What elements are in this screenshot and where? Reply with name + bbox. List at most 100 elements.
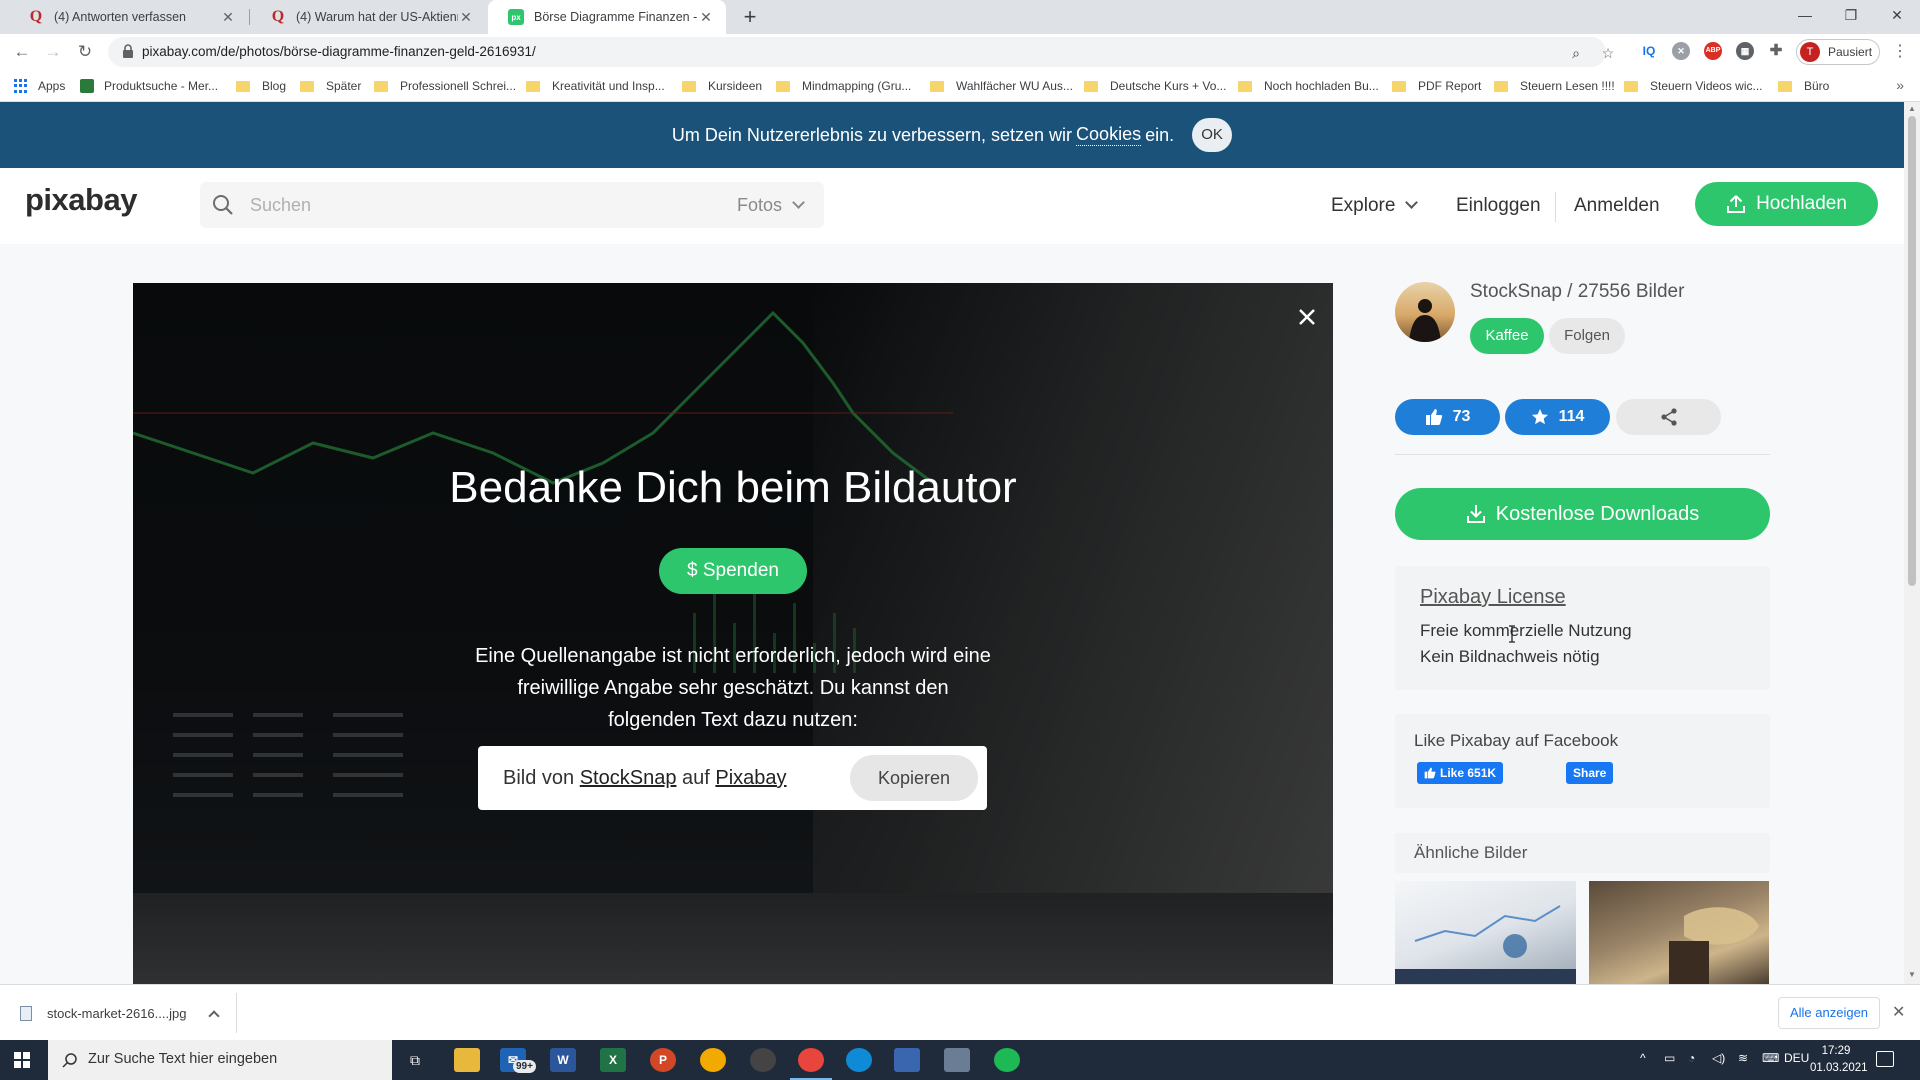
close-download-shelf-icon[interactable]: ✕: [1892, 1002, 1905, 1022]
powerpoint-icon[interactable]: P: [650, 1048, 676, 1072]
close-tab-icon[interactable]: ✕: [220, 9, 236, 26]
cookies-link[interactable]: Cookies: [1076, 124, 1142, 146]
bookmark-folder[interactable]: Kreativität und Insp...: [526, 78, 665, 94]
bookmark-folder[interactable]: Wahlfächer WU Aus...: [930, 78, 1073, 94]
network-icon[interactable]: ◔: [1688, 1051, 1695, 1065]
scroll-down-icon[interactable]: ▼: [1908, 970, 1916, 979]
favorite-button[interactable]: 114: [1505, 399, 1610, 435]
author-name[interactable]: StockSnap / 27556 Bilder: [1470, 281, 1684, 303]
divider: [1395, 454, 1770, 455]
address-bar[interactable]: pixabay.com/de/photos/börse-diagramme-fi…: [108, 37, 1606, 67]
app-icon[interactable]: [700, 1048, 726, 1072]
adblock-icon[interactable]: ABP: [1704, 42, 1722, 60]
coffee-button[interactable]: Kaffee: [1470, 318, 1544, 354]
chevron-up-icon[interactable]: ^: [1640, 1051, 1646, 1065]
restore-window-button[interactable]: ❐: [1828, 0, 1874, 32]
close-window-button[interactable]: ✕: [1874, 0, 1920, 32]
minimize-window-button[interactable]: —: [1782, 0, 1828, 32]
media-type-dropdown[interactable]: Fotos: [737, 195, 805, 216]
more-menu-icon[interactable]: ⋮: [1892, 42, 1908, 62]
bookmark-folder[interactable]: Kursideen: [682, 78, 762, 94]
settings-app-icon[interactable]: [750, 1048, 776, 1072]
close-tab-icon[interactable]: ✕: [458, 9, 474, 26]
page-scrollbar[interactable]: ▲ ▼: [1904, 102, 1920, 984]
bookmark-item[interactable]: Produktsuche - Mer...: [80, 78, 218, 94]
follow-button[interactable]: Folgen: [1549, 318, 1625, 354]
bookmark-folder[interactable]: Später: [300, 78, 361, 94]
bookmark-folder[interactable]: Deutsche Kurs + Vo...: [1084, 78, 1226, 94]
bookmark-folder[interactable]: Mindmapping (Gru...: [776, 78, 911, 94]
iq-extension-icon[interactable]: IQ: [1640, 42, 1658, 60]
bookmark-apps[interactable]: Apps: [14, 78, 65, 94]
bookmark-folder[interactable]: Steuern Videos wic...: [1624, 78, 1763, 94]
donate-button[interactable]: $ Spenden: [659, 548, 807, 594]
bookmark-folder[interactable]: Steuern Lesen !!!!: [1494, 78, 1615, 94]
signup-link[interactable]: Anmelden: [1574, 195, 1660, 217]
task-view-icon[interactable]: ⧉: [402, 1048, 428, 1072]
pixabay-link[interactable]: Pixabay: [715, 767, 786, 789]
edge-icon[interactable]: [846, 1048, 872, 1072]
back-icon[interactable]: ←: [10, 40, 34, 64]
share-button[interactable]: [1616, 399, 1721, 435]
taskbar-clock[interactable]: 17:29 01.03.2021: [1810, 1043, 1868, 1077]
search-input[interactable]: Suchen: [250, 195, 311, 216]
scrollbar-thumb[interactable]: [1908, 116, 1916, 586]
facebook-share-button[interactable]: Share: [1566, 762, 1614, 784]
volume-icon[interactable]: ◁): [1712, 1051, 1725, 1065]
chrome-icon[interactable]: [790, 1048, 832, 1080]
chevron-up-icon[interactable]: [208, 1010, 221, 1022]
similar-image-thumbnail[interactable]: [1589, 881, 1769, 984]
app-window-icon[interactable]: [894, 1048, 920, 1072]
taskbar-search-box[interactable]: Zur Suche Text hier eingeben: [48, 1040, 392, 1080]
bookmark-folder[interactable]: PDF Report: [1392, 78, 1481, 94]
author-avatar[interactable]: [1395, 282, 1455, 342]
grid-extension-icon[interactable]: ▦: [1736, 42, 1754, 60]
zoom-icon[interactable]: ⌕: [1566, 43, 1586, 63]
like-button[interactable]: 73: [1395, 399, 1500, 435]
bookmark-star-icon[interactable]: ☆: [1598, 43, 1618, 63]
login-link[interactable]: Einloggen: [1456, 195, 1541, 217]
similar-image-thumbnail[interactable]: [1395, 881, 1576, 984]
wifi-icon[interactable]: ≋: [1738, 1051, 1748, 1065]
language-indicator[interactable]: DEU: [1784, 1051, 1809, 1065]
search-bar[interactable]: Suchen Fotos: [200, 182, 824, 228]
profile-button[interactable]: T Pausiert: [1796, 39, 1880, 65]
copy-button[interactable]: Kopieren: [850, 755, 978, 801]
excel-icon[interactable]: X: [600, 1048, 626, 1072]
pixabay-logo[interactable]: pixabay: [25, 182, 137, 218]
new-tab-button[interactable]: +: [736, 3, 764, 31]
scroll-up-icon[interactable]: ▲: [1908, 104, 1916, 113]
reload-icon[interactable]: ↻: [73, 40, 97, 64]
browser-tab-1[interactable]: Q (4) Antworten verfassen ✕: [8, 0, 248, 34]
device-icon[interactable]: ▭: [1664, 1051, 1675, 1065]
close-icon[interactable]: [1296, 306, 1318, 328]
more-bookmarks-icon[interactable]: »: [1896, 77, 1904, 93]
browser-tab-3-active[interactable]: px Börse Diagramme Finanzen - Kos ✕: [488, 0, 726, 34]
calculator-icon[interactable]: [944, 1048, 970, 1072]
spotify-icon[interactable]: [994, 1048, 1020, 1072]
windows-start-icon[interactable]: [14, 1052, 30, 1068]
bookmark-folder[interactable]: Blog: [236, 78, 286, 94]
show-all-downloads-button[interactable]: Alle anzeigen: [1778, 997, 1880, 1029]
keyboard-icon[interactable]: ⌨: [1762, 1051, 1779, 1065]
facebook-like-button[interactable]: Like 651K: [1417, 762, 1504, 784]
explore-menu[interactable]: Explore: [1331, 195, 1419, 217]
upload-button[interactable]: Hochladen: [1695, 182, 1878, 226]
cookie-ok-button[interactable]: OK: [1192, 118, 1233, 152]
author-link[interactable]: StockSnap: [580, 767, 677, 789]
taskbar-search-input[interactable]: Zur Suche Text hier eingeben: [88, 1051, 277, 1067]
forward-icon[interactable]: →: [41, 40, 65, 64]
bookmark-folder[interactable]: Büro: [1778, 78, 1829, 94]
free-download-button[interactable]: Kostenlose Downloads: [1395, 488, 1770, 540]
bookmark-folder[interactable]: Professionell Schrei...: [374, 78, 516, 94]
word-icon[interactable]: W: [550, 1048, 576, 1072]
license-link[interactable]: Pixabay License: [1420, 586, 1566, 609]
file-explorer-icon[interactable]: [454, 1048, 480, 1072]
notification-center-icon[interactable]: [1876, 1051, 1894, 1067]
extensions-puzzle-icon[interactable]: ✚: [1767, 42, 1785, 60]
close-tab-icon[interactable]: ✕: [698, 9, 714, 26]
extension-icon[interactable]: ✕: [1672, 42, 1690, 60]
bookmark-folder[interactable]: Noch hochladen Bu...: [1238, 78, 1379, 94]
browser-tab-2[interactable]: Q (4) Warum hat der US-Aktienmar ✕: [250, 0, 486, 34]
download-item[interactable]: stock-market-2616....jpg: [20, 999, 221, 1027]
